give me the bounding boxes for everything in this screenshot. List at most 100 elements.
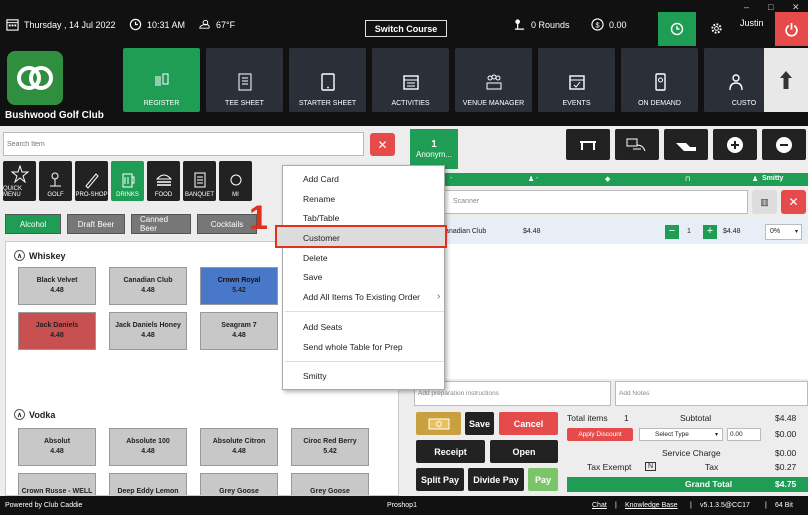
subcategory-draft-beer[interactable]: Draft Beer	[67, 214, 125, 234]
table-button[interactable]	[566, 129, 610, 160]
scanner-input[interactable]: Scanner	[410, 190, 748, 214]
menu-item-add-all-items[interactable]: Add All Items To Existing Order	[303, 292, 420, 302]
status-separator: |	[690, 502, 692, 509]
save-button[interactable]: Save	[465, 412, 494, 435]
knowledge-base-link[interactable]: Knowledge Base	[625, 502, 678, 509]
order-line-item[interactable]: Canadian Club $4.48 − 1 + $4.48 0% ▾	[410, 220, 808, 244]
add-tab-button[interactable]	[713, 129, 757, 160]
module-starter-sheet[interactable]: STARTER SHEET	[289, 48, 366, 112]
module-events[interactable]: EVENTS	[538, 48, 615, 112]
discount-select[interactable]: 0% ▾	[765, 224, 802, 240]
split-pay-button[interactable]: Split Pay	[416, 468, 464, 491]
logout-button[interactable]	[775, 12, 808, 46]
category-pro-shop[interactable]: PRO-SHOP	[75, 161, 108, 201]
order-tab[interactable]: 1 Anonym...	[410, 129, 458, 169]
close-icon: ✕	[788, 195, 799, 209]
product-tile[interactable]: Grey Goose	[291, 473, 369, 495]
menu-item-customer[interactable]: Customer	[303, 233, 340, 243]
category-banquet[interactable]: BANQUET	[183, 161, 216, 201]
barcode-button[interactable]: ▥	[752, 190, 777, 214]
plus-circle-icon	[727, 136, 743, 153]
clock-icon	[670, 22, 684, 36]
module-on-demand[interactable]: ON DEMAND	[621, 48, 698, 112]
product-tile[interactable]: Crown Royal 5.42	[200, 267, 278, 305]
product-tile[interactable]: Jack Daniels 4.48	[18, 312, 96, 350]
module-venue-manager[interactable]: VENUE MANAGER	[455, 48, 532, 112]
module-tee-sheet[interactable]: TEE SHEET	[206, 48, 283, 112]
category-drinks[interactable]: DRINKS	[111, 161, 144, 201]
module-register[interactable]: REGISTER	[123, 48, 200, 112]
module-activities[interactable]: ACTIVITIES	[372, 48, 449, 112]
line-item-qty[interactable]: 1	[687, 228, 691, 235]
menu-separator	[285, 361, 444, 362]
user-name[interactable]: Justin	[740, 18, 764, 28]
menu-item-save[interactable]: Save	[303, 272, 322, 282]
maximize-button[interactable]: □	[768, 2, 773, 12]
service-charge-value: $0.00	[775, 448, 797, 458]
product-tile[interactable]: Absolute Citron 4.48	[200, 428, 278, 466]
category-golf[interactable]: GOLF	[39, 161, 72, 201]
date-text: Thursday , 14 Jul 2022	[24, 19, 116, 30]
notes-input[interactable]: Add Notes	[615, 381, 808, 406]
menu-item-delete[interactable]: Delete	[303, 253, 328, 263]
subcategory-alcohol[interactable]: Alcohol	[5, 214, 61, 234]
grand-total-bar: Grand Total $4.75	[567, 477, 808, 492]
increase-qty-button[interactable]: +	[703, 225, 717, 239]
category-food[interactable]: FOOD	[147, 161, 180, 201]
product-price: 4.48	[141, 287, 155, 294]
subcategory-canned-beer[interactable]: Canned Beer	[131, 214, 191, 234]
golf-icon	[49, 172, 61, 187]
product-tile[interactable]: Absolut 4.48	[18, 428, 96, 466]
search-clear-button[interactable]: ✕	[370, 133, 395, 156]
category-misc[interactable]: MI	[219, 161, 252, 201]
transfer-button[interactable]	[615, 129, 659, 160]
scroll-up-button[interactable]	[764, 48, 808, 112]
time-clock-button[interactable]	[658, 12, 696, 46]
grand-total-value: $4.75	[775, 479, 797, 489]
pay-button[interactable]: Pay	[528, 468, 558, 491]
date-display: Thursday , 14 Jul 2022	[6, 18, 116, 31]
time-display: 10:31 AM	[129, 18, 185, 31]
search-input[interactable]	[3, 132, 364, 156]
apply-discount-button[interactable]: Apply Discount	[567, 428, 633, 441]
menu-item-send-table-prep[interactable]: Send whole Table for Prep	[303, 342, 403, 352]
hand-off-button[interactable]	[664, 129, 708, 160]
menu-item-tab-table[interactable]: Tab/Table	[303, 213, 339, 223]
discount-type-select[interactable]: Select Type ▾	[639, 428, 723, 441]
scanner-clear-button[interactable]: ✕	[781, 190, 806, 214]
product-tile[interactable]: Ciroc Red Berry 5.42	[291, 428, 369, 466]
cancel-button[interactable]: Cancel	[499, 412, 558, 435]
chat-link[interactable]: Chat	[592, 502, 607, 509]
module-customer[interactable]: CUSTO	[704, 48, 764, 112]
section-header-whiskey[interactable]: ∧ Whiskey	[14, 250, 66, 261]
open-button[interactable]: Open	[490, 440, 558, 463]
product-tile[interactable]: Absolute 100 4.48	[109, 428, 187, 466]
product-tile[interactable]: Jack Daniels Honey 4.48	[109, 312, 187, 350]
device-name: Proshop1	[387, 502, 417, 509]
cash-drawer-button[interactable]	[416, 412, 461, 435]
switch-course-button[interactable]: Switch Course	[365, 20, 447, 37]
settings-button[interactable]	[710, 22, 723, 35]
product-tile[interactable]: Black Velvet 4.48	[18, 267, 96, 305]
divide-pay-button[interactable]: Divide Pay	[468, 468, 524, 491]
minimize-button[interactable]: –	[744, 2, 749, 12]
status-separator: |	[765, 502, 767, 509]
menu-item-smitty[interactable]: Smitty	[303, 371, 327, 381]
product-tile[interactable]: Crown Russe - WELL	[18, 473, 96, 495]
menu-item-rename[interactable]: Rename	[303, 194, 335, 204]
subcategory-cocktails[interactable]: Cocktails	[197, 214, 257, 234]
category-quick-menu[interactable]: QUICK MENU	[3, 161, 36, 201]
chevron-up-icon: ∧	[14, 409, 25, 420]
product-tile[interactable]: Grey Goose	[200, 473, 278, 495]
receipt-button[interactable]: Receipt	[416, 440, 485, 463]
menu-item-add-seats[interactable]: Add Seats	[303, 322, 342, 332]
product-tile[interactable]: Seagram 7 4.48	[200, 312, 278, 350]
product-tile[interactable]: Deep Eddy Lemon	[109, 473, 187, 495]
menu-item-add-card[interactable]: Add Card	[303, 174, 339, 184]
section-header-vodka[interactable]: ∧ Vodka	[14, 409, 55, 420]
discount-amount-input[interactable]: 0.00	[727, 428, 761, 441]
decrease-qty-button[interactable]: −	[665, 225, 679, 239]
tax-exempt-toggle[interactable]: N	[645, 462, 657, 471]
remove-tab-button[interactable]	[762, 129, 806, 160]
product-tile[interactable]: Canadian Club 4.48	[109, 267, 187, 305]
